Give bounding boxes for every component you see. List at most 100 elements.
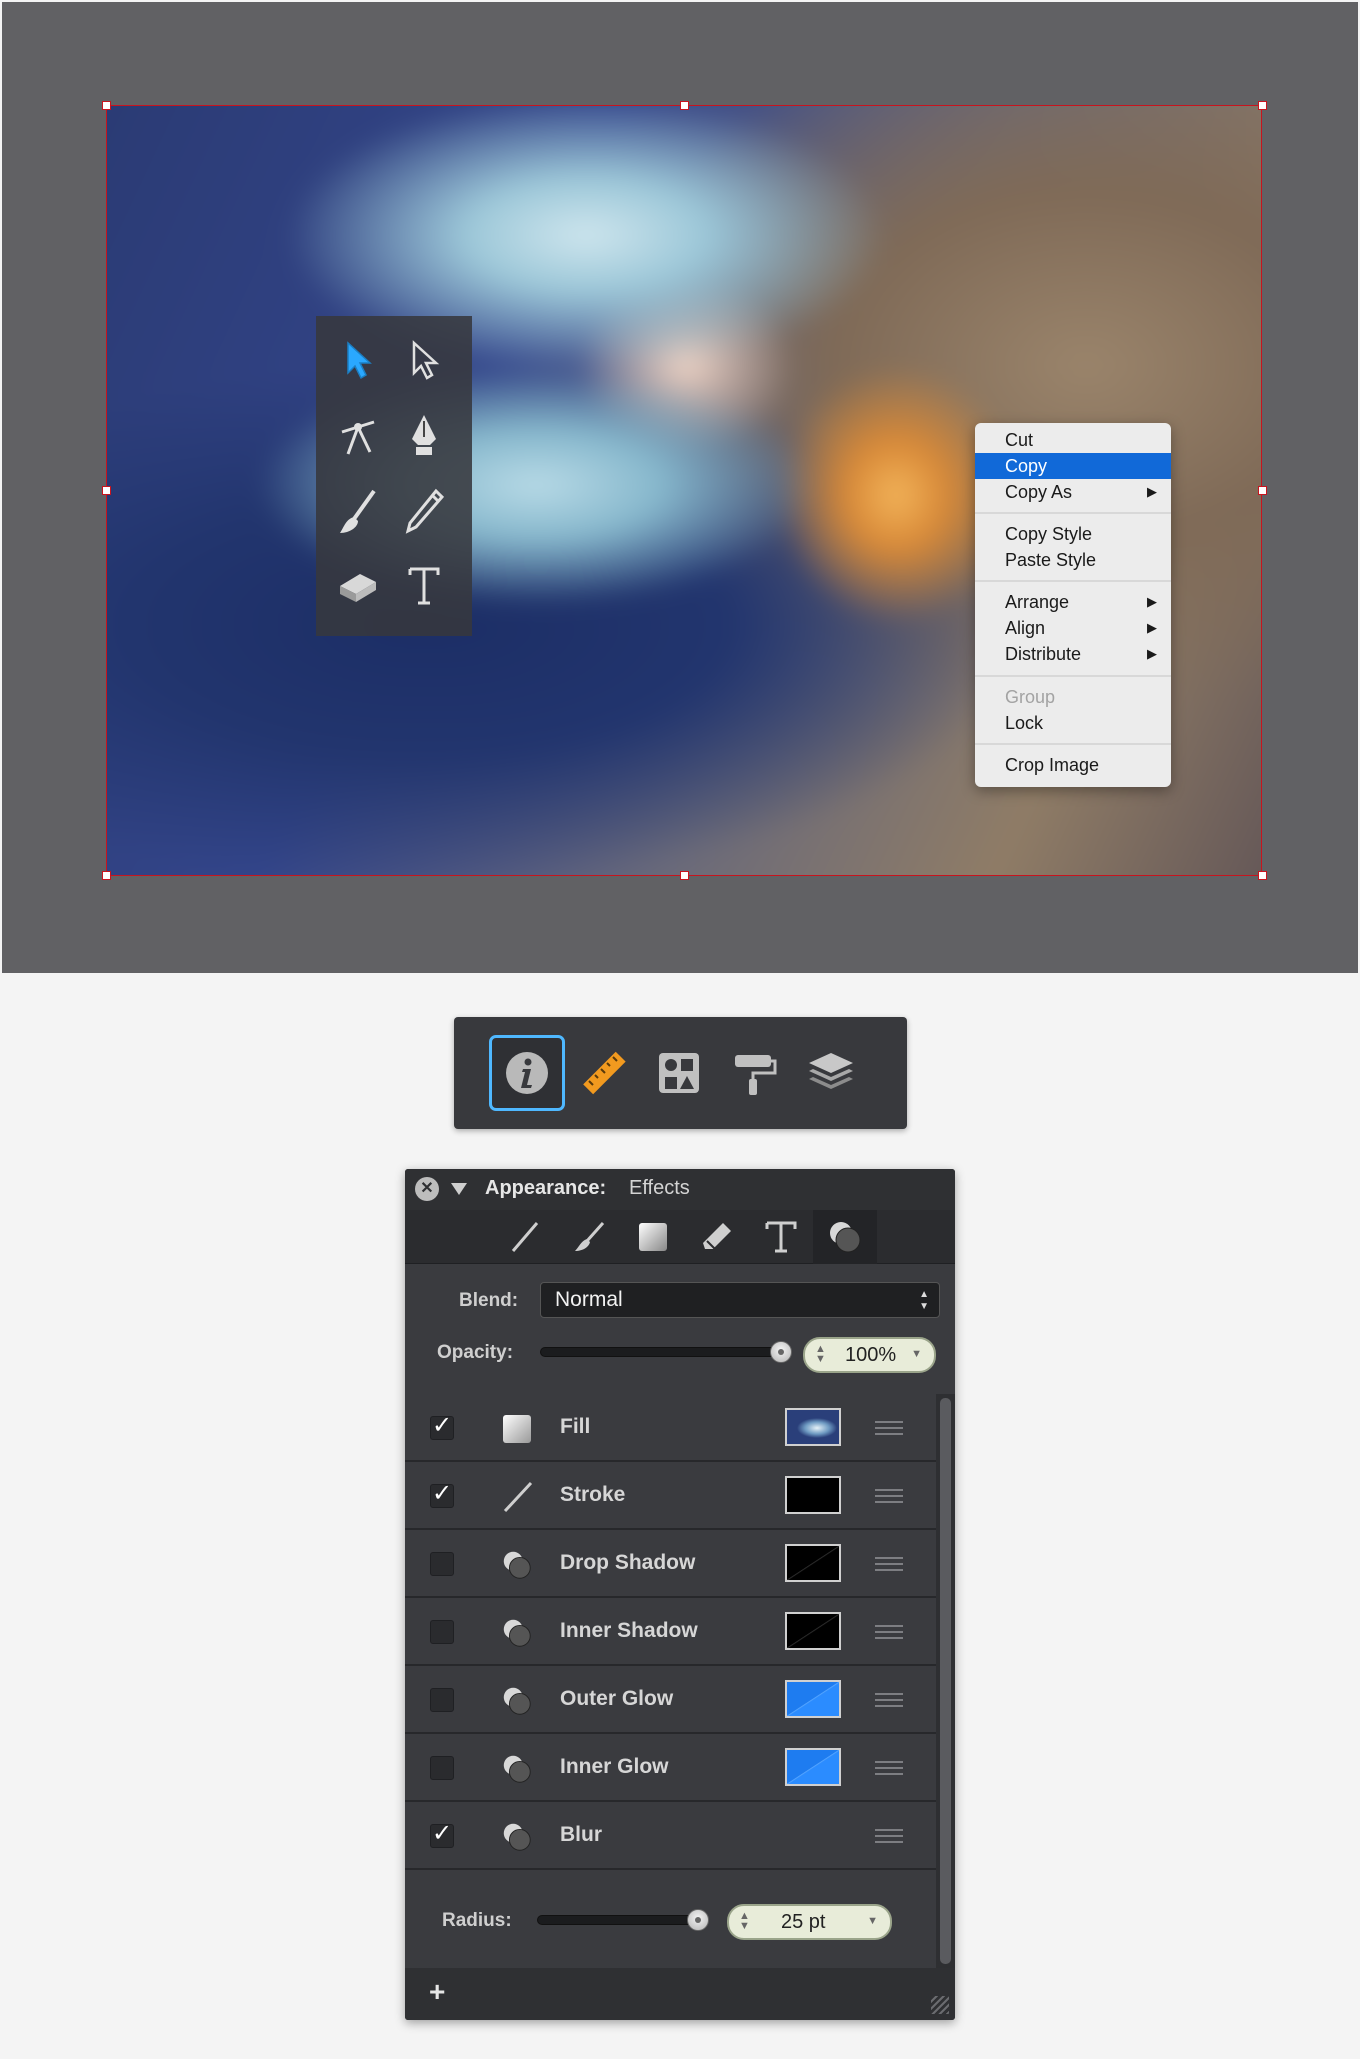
row-menu-icon[interactable] [875,1421,903,1439]
opacity-value: 100% [845,1344,897,1366]
inner-glow-checkbox[interactable] [430,1756,454,1780]
menu-item-copy[interactable]: Copy [975,453,1171,479]
eraser-tool-icon[interactable] [334,562,382,610]
resize-handle-top[interactable] [680,101,689,110]
stroke-color-swatch[interactable] [785,1476,841,1514]
effect-row-outer-glow[interactable]: Outer Glow [405,1666,936,1734]
vector-tool-icon[interactable] [334,412,382,460]
info-icon [506,1052,548,1094]
opacity-label: Opacity: [437,1342,514,1363]
ruler-icon [583,1051,626,1095]
effect-row-blur[interactable]: ✓ Blur [405,1802,936,1870]
drop-shadow-checkbox[interactable] [430,1552,454,1576]
opacity-stepper[interactable]: ▲ ▼ 100% ▼ [803,1337,936,1373]
blend-mode-select[interactable]: Normal ▲ ▼ [540,1282,940,1318]
resize-handle-top-right[interactable] [1258,101,1267,110]
fill-icon [500,1412,534,1446]
row-menu-icon[interactable] [875,1625,903,1643]
row-menu-icon[interactable] [875,1557,903,1575]
resize-handle-right[interactable] [1258,486,1267,495]
outer-glow-color-swatch[interactable] [785,1680,841,1718]
fill-checkbox[interactable]: ✓ [430,1414,454,1440]
menu-item-align[interactable]: Align ▶ [975,615,1171,641]
resize-handle-top-left[interactable] [102,101,111,110]
inner-glow-color-swatch[interactable] [785,1748,841,1786]
dropdown-arrow-icon[interactable]: ▼ [867,1915,878,1927]
stroke-icon [500,1480,534,1514]
menu-item-copy-as[interactable]: Copy As ▶ [975,479,1171,505]
row-menu-icon[interactable] [875,1761,903,1779]
row-menu-icon[interactable] [875,1829,903,1847]
effect-row-inner-glow[interactable]: Inner Glow [405,1734,936,1802]
inner-shadow-checkbox[interactable] [430,1620,454,1644]
info-button[interactable] [489,1035,565,1111]
eraser-tab-icon[interactable] [685,1210,749,1264]
menu-item-cut[interactable]: Cut [975,427,1171,453]
dropdown-arrow-icon[interactable]: ▼ [911,1348,922,1360]
resize-handle-bottom-left[interactable] [102,871,111,880]
inner-shadow-color-swatch[interactable] [785,1612,841,1650]
menu-item-arrange[interactable]: Arrange ▶ [975,589,1171,615]
select-arrow-icon[interactable] [334,336,382,384]
shapes-icon [659,1053,699,1093]
menu-item-copy-style[interactable]: Copy Style [975,521,1171,547]
effect-circles-icon [500,1820,534,1854]
brush-tab-icon[interactable] [557,1210,621,1264]
pen-tool-icon[interactable] [400,412,448,460]
radius-slider-knob[interactable] [687,1909,709,1931]
effect-row-fill[interactable]: ✓ Fill [405,1394,936,1462]
layers-button[interactable] [793,1035,869,1111]
row-menu-icon[interactable] [875,1693,903,1711]
effect-row-inner-shadow[interactable]: Inner Shadow [405,1598,936,1666]
ruler-button[interactable] [565,1035,641,1111]
stroke-checkbox[interactable]: ✓ [430,1482,454,1508]
direct-select-arrow-icon[interactable] [400,336,448,384]
stroke-tab-icon[interactable] [493,1210,557,1264]
close-icon[interactable]: ✕ [415,1177,439,1201]
document-canvas[interactable]: Cut Copy Copy As ▶ Copy Style Paste Style… [2,2,1358,973]
effects-tab-icon[interactable] [813,1210,877,1264]
effect-row-stroke[interactable]: ✓ Stroke [405,1462,936,1530]
effect-name: Stroke [560,1483,626,1506]
menu-item-distribute[interactable]: Distribute ▶ [975,641,1171,667]
resize-handle-left[interactable] [102,486,111,495]
radius-stepper[interactable]: ▲ ▼ 25 pt ▼ [727,1904,892,1940]
add-effect-button[interactable]: + [429,1976,445,2008]
fill-tab-icon[interactable] [621,1210,685,1264]
submenu-arrow-icon: ▶ [1147,620,1157,635]
pencil-tool-icon[interactable] [400,488,448,536]
paint-roller-button[interactable] [717,1035,793,1111]
text-tab-icon[interactable] [749,1210,813,1264]
effect-row-drop-shadow[interactable]: Drop Shadow [405,1530,936,1598]
opacity-slider-track[interactable] [540,1347,780,1357]
radius-value: 25 pt [781,1911,826,1933]
stepper-arrows-icon[interactable]: ▲ ▼ [815,1344,826,1365]
fill-image-swatch[interactable] [785,1408,841,1446]
blend-label: Blend: [459,1290,519,1311]
layers-icon [809,1053,853,1089]
menu-item-lock[interactable]: Lock [975,710,1171,736]
resize-handle-bottom-right[interactable] [1258,871,1267,880]
disclosure-triangle-icon[interactable] [451,1183,467,1195]
menu-item-crop-image[interactable]: Crop Image [975,752,1171,778]
effects-scrollbar[interactable] [936,1394,955,1968]
menu-item-paste-style[interactable]: Paste Style [975,547,1171,573]
effect-circles-icon [500,1548,534,1582]
resize-handle-bottom[interactable] [680,871,689,880]
opacity-slider-knob[interactable] [770,1341,792,1363]
text-tool-icon[interactable] [400,562,448,610]
radius-slider-track[interactable] [537,1915,707,1925]
blur-checkbox[interactable]: ✓ [430,1822,454,1848]
outer-glow-checkbox[interactable] [430,1688,454,1712]
scrollbar-thumb[interactable] [940,1398,951,1964]
menu-separator [975,580,1171,582]
drop-shadow-color-swatch[interactable] [785,1544,841,1582]
brush-tool-icon[interactable] [334,488,382,536]
row-menu-icon[interactable] [875,1489,903,1507]
paint-roller-icon [735,1055,777,1095]
submenu-arrow-icon: ▶ [1147,646,1157,661]
stepper-arrows-icon[interactable]: ▲ ▼ [739,1911,750,1932]
shapes-button[interactable] [641,1035,717,1111]
effect-name: Fill [560,1415,591,1438]
resize-grip-icon[interactable] [931,1996,949,2014]
